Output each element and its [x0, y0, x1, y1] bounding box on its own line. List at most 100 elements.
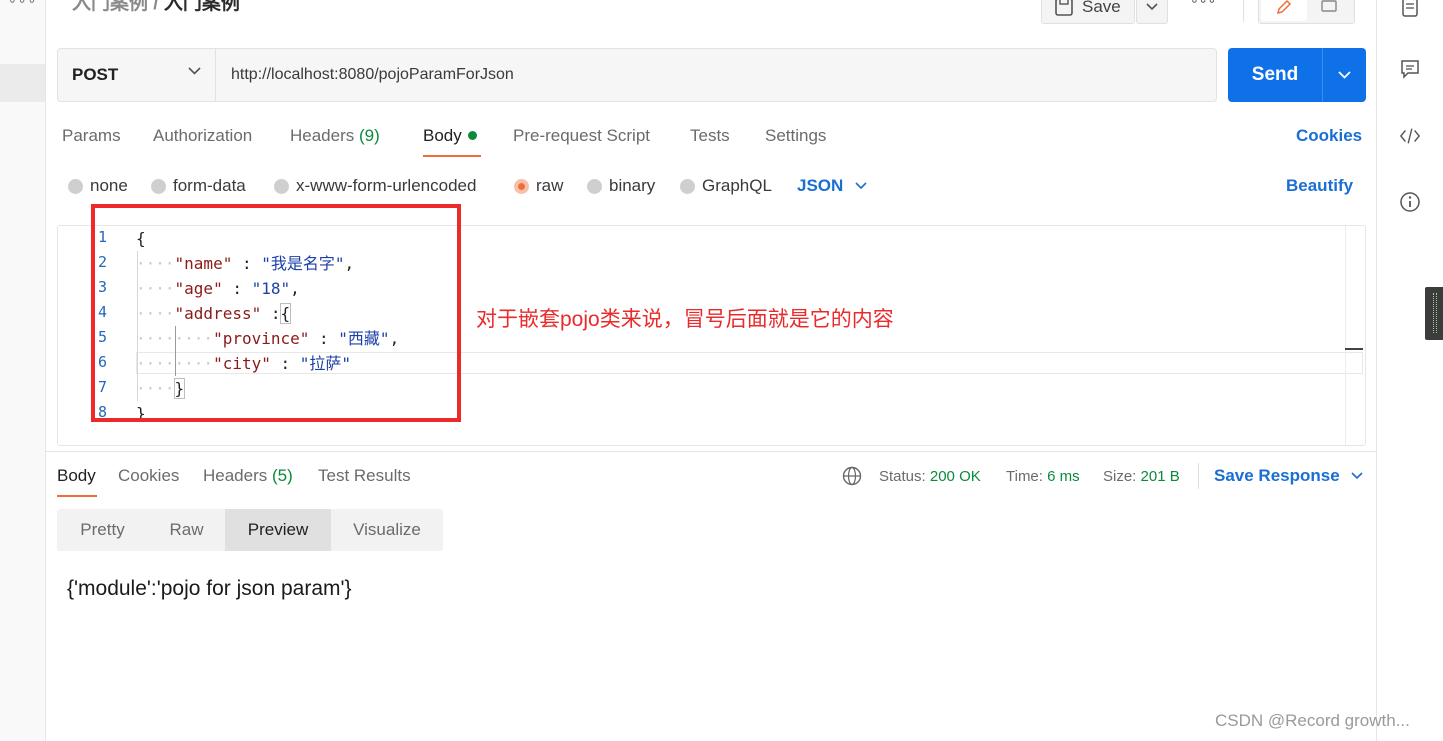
left-sidebar: ∘∘∘	[0, 0, 46, 741]
raw-format-label: JSON	[797, 176, 844, 195]
radio-none[interactable]: none	[68, 176, 128, 196]
radio-dot	[68, 178, 83, 194]
tab-label: Settings	[765, 126, 827, 145]
response-tab-cookies[interactable]: Cookies	[118, 466, 179, 486]
documentation-icon[interactable]	[1399, 0, 1421, 18]
radio-graphql[interactable]: GraphQL	[680, 176, 772, 196]
tab-label: Headers	[203, 466, 268, 485]
view-tab-preview[interactable]: Preview	[225, 509, 331, 551]
meta-label: Time:	[1006, 468, 1043, 485]
tab-pre-request-script[interactable]: Pre-request Script	[513, 126, 650, 146]
active-tab-underline	[57, 495, 97, 497]
annotation-text: 对于嵌套pojo类来说，冒号后面就是它的内容	[476, 308, 894, 331]
view-tab-raw[interactable]: Raw	[148, 509, 225, 551]
tab-label: Params	[62, 126, 121, 145]
radio-raw[interactable]: raw	[514, 176, 563, 196]
mode-toggle[interactable]	[1258, 0, 1355, 24]
tab-tests[interactable]: Tests	[690, 126, 730, 146]
tab-authorization[interactable]: Authorization	[153, 126, 252, 146]
tab-label: Body	[423, 126, 462, 145]
radio-label: none	[90, 176, 128, 195]
view-tab-pretty[interactable]: Pretty	[57, 509, 148, 551]
radio-dot	[680, 178, 695, 194]
save-button[interactable]: Save	[1041, 0, 1135, 24]
response-tab-headers[interactable]: Headers (5)	[203, 466, 293, 486]
code-snippet-icon[interactable]	[1399, 125, 1421, 147]
more-icon[interactable]: ∘∘∘	[8, 0, 37, 9]
save-response-button[interactable]: Save Response	[1214, 466, 1363, 486]
save-options-button[interactable]	[1136, 0, 1168, 24]
tab-label: Tests	[690, 126, 730, 145]
method-select[interactable]: POST	[58, 49, 216, 101]
chevron-down-icon	[1338, 71, 1351, 79]
tab-body[interactable]: Body	[423, 126, 478, 146]
response-preview-text: {'module':'pojo for json param'}	[67, 577, 352, 600]
radio-label: GraphQL	[702, 176, 772, 195]
tab-label: Body	[57, 466, 96, 485]
radio-dot	[274, 178, 289, 194]
send-options-button[interactable]	[1322, 48, 1366, 102]
tab-params[interactable]: Params	[62, 126, 121, 146]
radio-form-data[interactable]: form-data	[151, 176, 246, 196]
chevron-down-icon	[1146, 3, 1158, 11]
tab-headers[interactable]: Headers (9)	[290, 126, 380, 146]
tab-count: (5)	[272, 466, 293, 485]
meta-value: 6 ms	[1047, 468, 1080, 485]
more-options-icon[interactable]: ∘∘∘	[1190, 0, 1216, 9]
info-icon[interactable]	[1399, 191, 1421, 213]
tab-count: (9)	[359, 126, 380, 145]
radio-label: x-www-form-urlencoded	[296, 176, 477, 195]
sidebar-selected-item[interactable]	[0, 64, 45, 102]
chevron-down-icon	[855, 182, 867, 190]
radio-label: form-data	[173, 176, 246, 195]
scrollbar-marker	[1345, 348, 1363, 350]
globe-icon[interactable]	[842, 466, 862, 491]
save-icon	[1055, 0, 1073, 16]
radio-label: binary	[609, 176, 656, 195]
comments-icon[interactable]	[1399, 58, 1421, 80]
breadcrumb: 入门案例 / 入门案例	[72, 0, 240, 15]
right-sidebar	[1376, 0, 1443, 741]
response-status[interactable]: Status: 200 OK	[879, 468, 981, 485]
response-size[interactable]: Size: 201 B	[1103, 468, 1180, 485]
tab-label: Test Results	[318, 466, 411, 485]
radio-dot	[151, 178, 166, 194]
method-label: POST	[72, 65, 119, 84]
watermark: CSDN @Record growth...	[1215, 711, 1410, 730]
radio-binary[interactable]: binary	[587, 176, 655, 196]
send-button[interactable]: Send	[1228, 48, 1322, 102]
response-time[interactable]: Time: 6 ms	[1006, 468, 1080, 485]
tab-settings[interactable]: Settings	[765, 126, 826, 146]
pencil-icon	[1276, 0, 1291, 15]
meta-value: 200 OK	[929, 468, 981, 485]
cookies-link[interactable]: Cookies	[1296, 126, 1362, 146]
radio-x-www-form-urlencoded[interactable]: x-www-form-urlencoded	[274, 176, 476, 196]
modified-indicator-icon	[468, 131, 478, 140]
breadcrumb-parent[interactable]: 入门案例	[72, 0, 148, 14]
meta-label: Status:	[879, 468, 926, 485]
annotation-highlight-box	[91, 204, 461, 422]
response-divider[interactable]	[46, 451, 1376, 452]
raw-format-select[interactable]: JSON	[797, 176, 867, 196]
chevron-down-icon	[1351, 472, 1363, 480]
radio-dot-selected	[514, 178, 529, 194]
response-tab-body[interactable]: Body	[57, 466, 96, 486]
comment-icon	[1321, 0, 1337, 12]
view-tab-visualize[interactable]: Visualize	[331, 509, 443, 551]
chevron-down-icon	[188, 67, 201, 75]
toolbar-divider	[1243, 0, 1244, 22]
edit-mode-button[interactable]	[1261, 0, 1307, 21]
send-button-group: Send	[1228, 48, 1366, 102]
comment-mode-button[interactable]	[1307, 0, 1353, 21]
tab-label: Cookies	[118, 466, 180, 485]
editor-scrollbar[interactable]	[1345, 226, 1365, 445]
breadcrumb-current[interactable]: 入门案例	[164, 0, 240, 14]
breadcrumb-separator: /	[153, 0, 159, 14]
meta-label: Size:	[1103, 468, 1137, 485]
side-scroll-handle[interactable]	[1425, 287, 1443, 340]
tab-label: Authorization	[153, 126, 253, 145]
url-input[interactable]: http://localhost:8080/pojoParamForJson	[216, 49, 514, 101]
beautify-button[interactable]: Beautify	[1286, 176, 1353, 196]
response-tab-test-results[interactable]: Test Results	[318, 466, 411, 486]
request-url-bar: POST http://localhost:8080/pojoParamForJ…	[57, 48, 1217, 102]
